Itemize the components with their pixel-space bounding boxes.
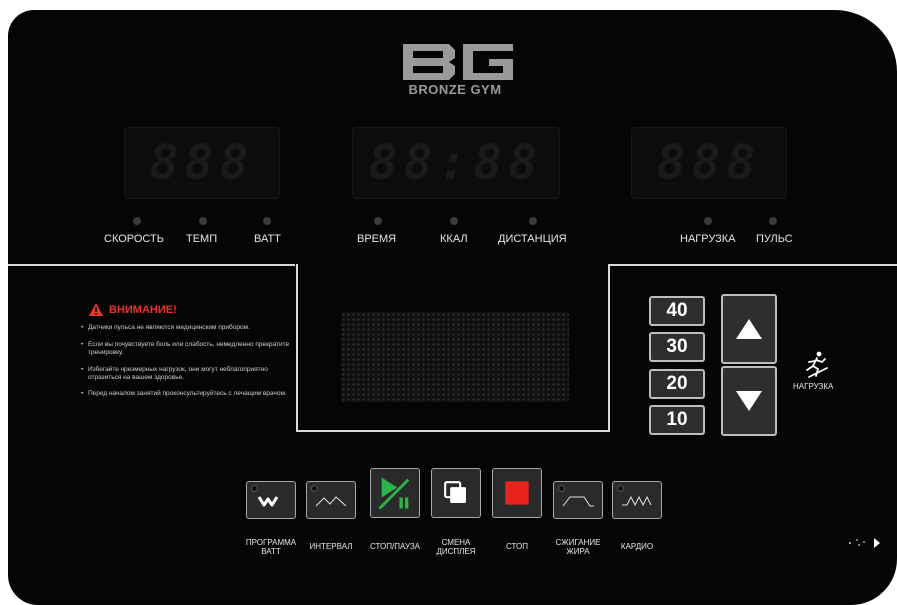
display-change-button[interactable] xyxy=(431,468,481,518)
warning-title: ВНИМАНИЕ! xyxy=(109,303,177,316)
center-display: 88:88 xyxy=(352,127,560,199)
load-label: НАГРУЗКА xyxy=(680,233,736,245)
distance-label: ДИСТАНЦИЯ xyxy=(498,233,567,245)
interval-button[interactable] xyxy=(306,481,356,519)
center-display-readout: 88:88 xyxy=(368,135,544,191)
cardio-icon xyxy=(622,495,652,507)
time-label: ВРЕМЯ xyxy=(357,233,397,245)
load-level-40-button[interactable]: 40 xyxy=(649,296,705,326)
start-pause-icon xyxy=(378,477,410,510)
load-level-30-button[interactable]: 30 xyxy=(649,332,705,362)
tempo-label: ТЕМП xyxy=(186,233,218,245)
cardio-button[interactable] xyxy=(612,481,662,519)
watt-program-icon xyxy=(257,496,279,507)
load-side-label: НАГРУЗКА xyxy=(793,382,834,391)
kcal-indicator xyxy=(450,217,458,225)
fat-burn-icon xyxy=(562,496,594,507)
left-display-readout: 888 xyxy=(149,135,255,191)
left-display: 888 xyxy=(124,127,280,199)
tempo-indicator xyxy=(199,217,207,225)
load-down-button[interactable] xyxy=(721,366,777,436)
cardio-led xyxy=(617,485,624,492)
cardio-label: КАРДИО xyxy=(620,542,654,551)
frame-line-right xyxy=(608,264,897,266)
warning-item: Перед началом занятий проконсультируйтес… xyxy=(81,390,298,398)
distance-indicator xyxy=(529,217,537,225)
frame-line-bottom xyxy=(296,430,610,432)
warning-heading: ВНИМАНИЕ! xyxy=(89,303,177,316)
warning-item: Датчики пульса не являются медицинским п… xyxy=(81,324,298,332)
fat-burn-button[interactable] xyxy=(553,481,603,519)
fat-burn-led xyxy=(558,485,565,492)
interval-label: ИНТЕРВАЛ xyxy=(309,542,353,551)
speed-label: СКОРОСТЬ xyxy=(104,233,164,245)
right-display-readout: 888 xyxy=(656,135,762,191)
nfc-icon xyxy=(849,538,880,548)
speed-indicator xyxy=(133,217,141,225)
kcal-label: ККАЛ xyxy=(440,233,468,245)
warning-item: Если вы почувствуете боль или слабость, … xyxy=(81,341,298,357)
arrow-down-icon xyxy=(736,391,762,411)
start-pause-button[interactable] xyxy=(370,468,420,518)
arrow-up-icon xyxy=(736,319,762,339)
watt-indicator xyxy=(263,217,271,225)
interval-led xyxy=(311,485,318,492)
load-up-button[interactable] xyxy=(721,294,777,364)
frame-line-left xyxy=(8,264,295,266)
stop-icon xyxy=(505,481,529,505)
interval-icon xyxy=(315,496,347,507)
frame-line-right-vertical xyxy=(608,264,610,432)
runner-icon xyxy=(806,351,828,378)
watt-program-button[interactable] xyxy=(246,481,296,519)
display-change-icon xyxy=(444,481,466,503)
warning-item: Избегайте чрезмерных нагрузок, они могут… xyxy=(81,366,298,382)
warning-icon xyxy=(89,303,103,316)
treadmill-console: BRONZE GYM 888 88:88 888 СКОРОСТЬ ТЕМП В… xyxy=(8,10,897,605)
pulse-indicator xyxy=(769,217,777,225)
stop-label: СТОП xyxy=(505,542,528,551)
time-indicator xyxy=(374,217,382,225)
dot-matrix-display xyxy=(341,312,569,402)
fat-burn-label: СЖИГАНИЕ ЖИРА xyxy=(555,538,601,556)
display-change-label: СМЕНА ДИСПЛЕЯ xyxy=(436,538,476,556)
watt-program-led xyxy=(251,485,258,492)
stop-button[interactable] xyxy=(492,468,542,518)
load-level-10-button[interactable]: 10 xyxy=(649,405,705,435)
brand-name: BRONZE GYM xyxy=(408,82,502,97)
start-pause-label: СТОП/ПАУЗА xyxy=(369,542,421,551)
load-level-20-button[interactable]: 20 xyxy=(649,369,705,399)
pulse-label: ПУЛЬС xyxy=(756,233,793,245)
watt-label: ВАТТ xyxy=(254,233,281,245)
watt-program-label: ПРОГРАММА ВАТТ xyxy=(245,538,297,556)
right-display: 888 xyxy=(631,127,787,199)
load-indicator xyxy=(704,217,712,225)
